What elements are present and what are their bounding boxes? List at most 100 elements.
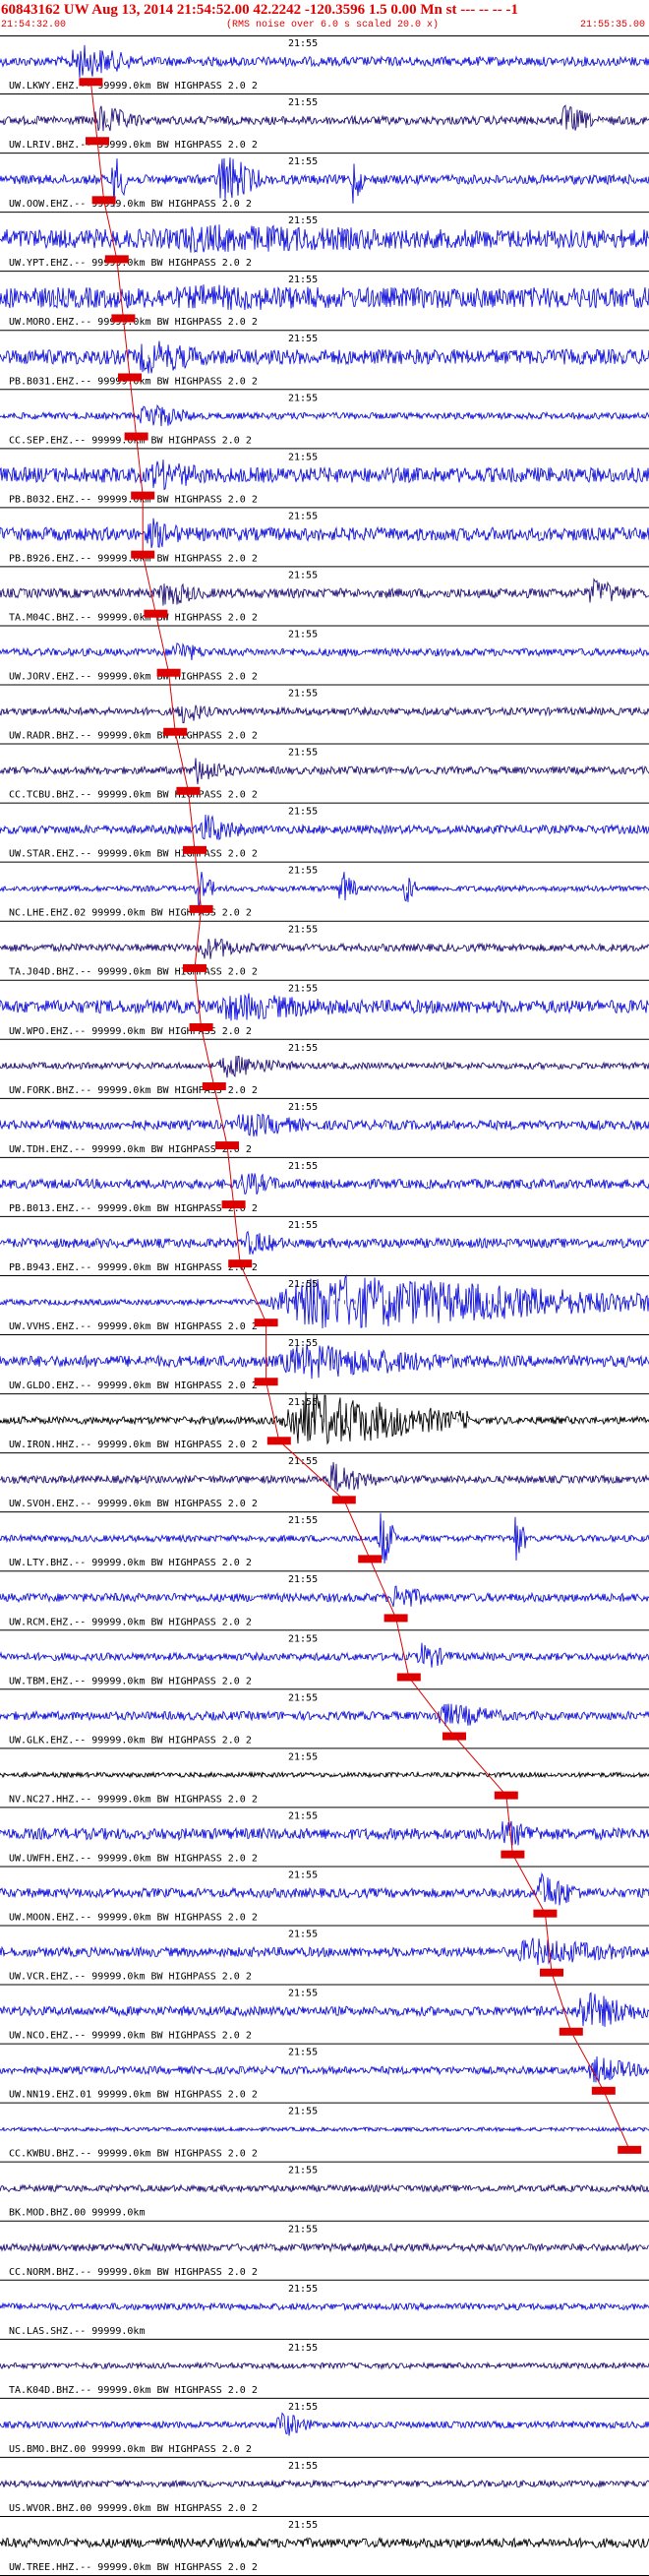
trace-row: UW.JORV.EHZ.-- 99999.0km BW HIGHPASS 2.0… — [0, 629, 649, 686]
waveform — [0, 1343, 649, 1380]
minute-label: 21:55 — [288, 1870, 318, 1880]
trace-label: US.BMO.BHZ.00 99999.0km BW HIGHPASS 2.0 … — [9, 2444, 252, 2455]
waveform — [0, 2301, 649, 2312]
minute-label: 21:55 — [288, 570, 318, 581]
trace-row: NC.LHE.EHZ.02 99999.0km BW HIGHPASS 2.0 … — [0, 866, 649, 922]
minute-label: 21:55 — [288, 1043, 318, 1054]
minute-label: 21:55 — [288, 511, 318, 521]
minute-label: 21:55 — [288, 1751, 318, 1762]
trace-row: PB.B031.EHZ.-- 99999.0km BW HIGHPASS 2.0… — [0, 334, 649, 391]
trace-row: UW.STAR.EHZ.-- 99999.0km BW HIGHPASS 2.0… — [0, 807, 649, 863]
trace-row: CC.SEP.EHZ.-- 99999.0km BW HIGHPASS 2.0 … — [0, 393, 649, 450]
waveform — [0, 2055, 649, 2083]
trace-label: CC.KWBU.BHZ.-- 99999.0km BW HIGHPASS 2.0… — [9, 2149, 258, 2160]
trace-row: UW.WPO.EHZ.-- 99999.0km BW HIGHPASS 2.0 … — [0, 984, 649, 1040]
trace-label: UW.TBM.EHZ.-- 99999.0km BW HIGHPASS 2.0 … — [9, 1676, 252, 1687]
minute-label: 21:55 — [288, 275, 318, 285]
minute-label: 21:55 — [288, 452, 318, 462]
trace-label: BK.MOD.BHZ.00 99999.0km — [9, 2208, 145, 2219]
minute-label: 21:55 — [288, 2107, 318, 2117]
waveform — [0, 1871, 649, 1906]
trace-row: UW.VVHS.EHZ.-- 99999.0km BW HIGHPASS 2.0… — [0, 1273, 649, 1336]
minute-label: 21:55 — [288, 2166, 318, 2177]
waveform — [0, 1770, 649, 1779]
trace-row: PB.B013.EHZ.-- 99999.0km BW HIGHPASS 2.0… — [0, 1161, 649, 1217]
minute-label: 21:55 — [288, 1102, 318, 1113]
plot-header: 60843162 UW Aug 13, 2014 21:54:52.00 42.… — [0, 0, 649, 36]
minute-label: 21:55 — [288, 1574, 318, 1585]
waveform — [0, 2537, 649, 2549]
trace-label: UW.IRON.HHZ.-- 99999.0km BW HIGHPASS 2.0… — [9, 1440, 258, 1450]
minute-label: 21:55 — [288, 156, 318, 167]
waveform — [0, 705, 649, 723]
waveform — [0, 2241, 649, 2253]
trace-row: UW.VCR.EHZ.-- 99999.0km BW HIGHPASS 2.0 … — [0, 1929, 649, 1986]
waveform — [0, 993, 649, 1021]
minute-label: 21:55 — [288, 215, 318, 226]
waveform — [0, 814, 649, 841]
minute-label: 21:55 — [288, 2225, 318, 2236]
trace-label: UW.SVOH.EHZ.-- 99999.0km BW HIGHPASS 2.0… — [9, 1499, 258, 1509]
trace-row: UW.MOON.EHZ.-- 99999.0km BW HIGHPASS 2.0… — [0, 1870, 649, 1927]
trace-label: UW.JORV.EHZ.-- 99999.0km BW HIGHPASS 2.0… — [9, 672, 258, 683]
waveform — [0, 284, 649, 311]
minute-label: 21:55 — [288, 2284, 318, 2295]
minute-label: 21:55 — [288, 925, 318, 936]
trace-row: NV.NC27.HHZ.-- 99999.0km BW HIGHPASS 2.0… — [0, 1751, 649, 1809]
seismogram-plot: UW.LKWY.EHZ.-- 99999.0km BW HIGHPASS 2.0… — [0, 38, 649, 2576]
waveform — [0, 1173, 649, 1196]
minute-label: 21:55 — [288, 1515, 318, 1526]
trace-label: CC.NORM.BHZ.-- 99999.0km BW HIGHPASS 2.0… — [9, 2267, 258, 2278]
minute-label: 21:55 — [288, 1161, 318, 1172]
start-time-label: 21:54:32.00 — [1, 20, 67, 31]
minute-label: 21:55 — [288, 38, 318, 49]
waveform — [0, 224, 649, 253]
waveform — [0, 1585, 649, 1608]
trace-label: TA.K04D.BHZ.-- 99999.0km BW HIGHPASS 2.0… — [9, 2385, 258, 2396]
trace-label: US.WVOR.BHZ.00 99999.0km BW HIGHPASS 2.0… — [9, 2503, 258, 2514]
minute-label: 21:55 — [288, 97, 318, 108]
minute-label: 21:55 — [288, 807, 318, 818]
minute-label: 21:55 — [288, 984, 318, 995]
trace-label: UW.LKWY.EHZ.-- 99999.0km BW HIGHPASS 2.0… — [9, 81, 258, 92]
trace-row: CC.KWBU.BHZ.-- 99999.0km BW HIGHPASS 2.0… — [0, 2107, 649, 2163]
trace-row: UW.NCO.EHZ.-- 99999.0km BW HIGHPASS 2.0 … — [0, 1989, 649, 2045]
trace-row: UW.TDH.EHZ.-- 99999.0km BW HIGHPASS 2.0 … — [0, 1102, 649, 1158]
minute-label: 21:55 — [288, 1338, 318, 1349]
trace-label: TA.M04C.BHZ.-- 99999.0km BW HIGHPASS 2.0… — [9, 612, 258, 623]
waveform — [0, 2183, 649, 2194]
trace-label: UW.NCO.EHZ.-- 99999.0km BW HIGHPASS 2.0 … — [9, 2031, 252, 2042]
waveform — [0, 871, 649, 908]
trace-row: UW.OOW.EHZ.-- 99999.0km BW HIGHPASS 2.0 … — [0, 156, 649, 214]
trace-row: TA.M04C.BHZ.-- 99999.0km BW HIGHPASS 2.0… — [0, 570, 649, 627]
minute-label: 21:55 — [288, 1692, 318, 1703]
trace-label: CC.TCBU.BHZ.-- 99999.0km BW HIGHPASS 2.0… — [9, 790, 258, 801]
minute-label: 21:55 — [288, 1633, 318, 1644]
trace-row: UW.RCM.EHZ.-- 99999.0km BW HIGHPASS 2.0 … — [0, 1574, 649, 1631]
waveform — [0, 104, 649, 132]
minute-label: 21:55 — [288, 334, 318, 344]
event-title: 60843162 UW Aug 13, 2014 21:54:52.00 42.… — [1, 2, 518, 18]
trace-row: UW.NN19.EHZ.01 99999.0km BW HIGHPASS 2.0… — [0, 2048, 649, 2104]
trace-row: US.BMO.BHZ.00 99999.0km BW HIGHPASS 2.0 … — [0, 2402, 649, 2458]
trace-row: UW.TREE.HHZ.-- 99999.0km BW HIGHPASS 2.0… — [0, 2520, 649, 2576]
trace-label: UW.LRIV.BHZ.-- 99999.0km BW HIGHPASS 2.0… — [9, 140, 258, 151]
waveform — [0, 340, 649, 374]
trace-label: UW.RADR.BHZ.-- 99999.0km BW HIGHPASS 2.0… — [9, 731, 258, 742]
trace-row: PB.B943.EHZ.-- 99999.0km BW HIGHPASS 2.0… — [0, 1220, 649, 1276]
minute-label: 21:55 — [288, 1810, 318, 1821]
waveform — [0, 44, 649, 78]
trace-label: PB.B013.EHZ.-- 99999.0km BW HIGHPASS 2.0… — [9, 1203, 258, 1214]
minute-label: 21:55 — [288, 689, 318, 700]
minute-label: 21:55 — [288, 629, 318, 640]
trace-row: UW.RADR.BHZ.-- 99999.0km BW HIGHPASS 2.0… — [0, 689, 649, 745]
trace-label: NC.LAS.SHZ.-- 99999.0km — [9, 2326, 145, 2337]
trace-label: UW.VVHS.EHZ.-- 99999.0km BW HIGHPASS 2.0… — [9, 1321, 258, 1332]
waveform — [0, 643, 649, 660]
trace-row: TA.K04D.BHZ.-- 99999.0km BW HIGHPASS 2.0… — [0, 2343, 649, 2399]
trace-row: UW.UWFH.EHZ.-- 99999.0km BW HIGHPASS 2.0… — [0, 1810, 649, 1868]
waveform — [0, 1230, 649, 1256]
trace-row: UW.GLDO.EHZ.-- 99999.0km BW HIGHPASS 2.0… — [0, 1338, 649, 1395]
end-time-label: 21:55:35.00 — [579, 20, 645, 31]
waveform — [0, 1391, 649, 1445]
